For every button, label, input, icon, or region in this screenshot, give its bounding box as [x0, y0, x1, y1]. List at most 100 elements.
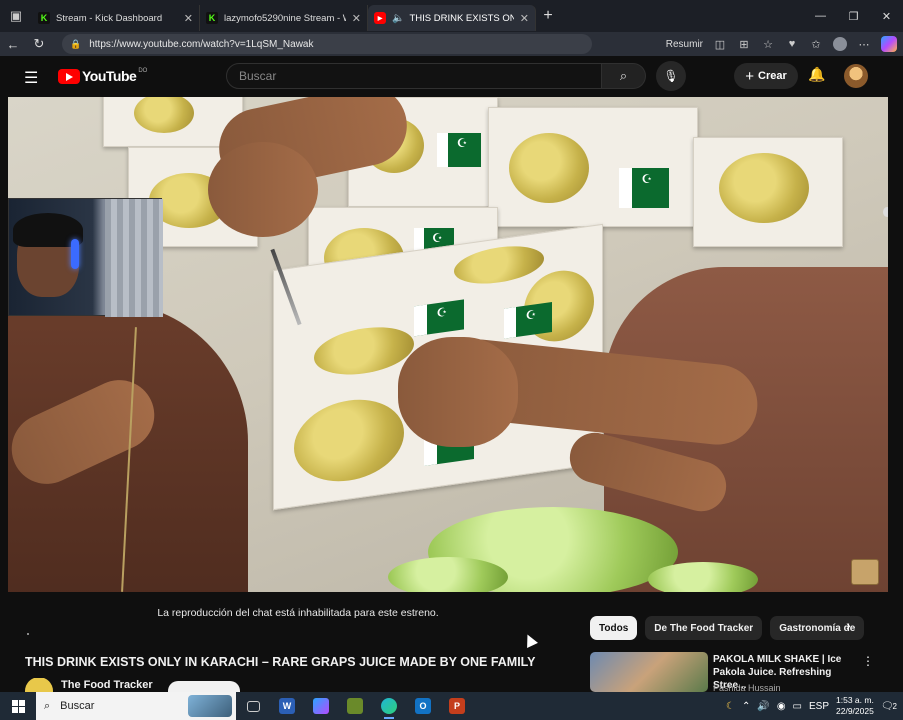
network-icon[interactable]: ◉: [777, 701, 786, 712]
chevron-up-icon[interactable]: ⌃: [742, 701, 750, 712]
kick-icon: K: [206, 12, 218, 24]
windows-taskbar: ⌕ Buscar W O P ☾ ⌃ 🔊 ◉ ▭ ESP 1:53 a. m. …: [0, 692, 903, 720]
more-options-icon[interactable]: ⋮: [862, 654, 874, 668]
video-title: THIS DRINK EXISTS ONLY IN KARACHI – RARE…: [25, 655, 536, 669]
close-window-icon[interactable]: ✕: [870, 0, 903, 32]
mouse-cursor: [522, 632, 538, 648]
account-avatar[interactable]: [844, 64, 868, 88]
url-field[interactable]: 🔒 https://www.youtube.com/watch?v=1LqSM_…: [62, 34, 592, 54]
battery-icon[interactable]: ▭: [793, 701, 802, 712]
notifications-bell-icon[interactable]: 🔔: [808, 66, 825, 83]
minimize-icon[interactable]: —: [804, 0, 837, 32]
back-icon[interactable]: ←: [0, 37, 26, 52]
tab-title: Stream - Kick Dashboard: [56, 12, 163, 24]
window-controls: — ❐ ✕: [804, 0, 903, 32]
chat-disabled-text: La reproducción del chat está inhabilita…: [157, 607, 439, 619]
mini-thumbnail[interactable]: [851, 559, 879, 585]
address-bar-actions: Resumir ◫ ⊞ ☆ ♥ ✩ ⋯: [666, 32, 897, 56]
close-tab-icon[interactable]: ✕: [352, 12, 361, 25]
youtube-header: ☰ YouTube DO Buscar ⌕ 🎙 + Crear 🔔: [8, 56, 888, 96]
restore-icon[interactable]: ❐: [837, 0, 870, 32]
new-tab-button[interactable]: +: [536, 7, 560, 25]
plus-icon: +: [745, 67, 754, 85]
streamer-webcam-overlay: [8, 198, 163, 317]
browser-essentials-icon[interactable]: ♥: [785, 38, 799, 50]
lock-icon[interactable]: 🔒: [70, 39, 81, 50]
grape-box: [693, 137, 843, 247]
language-indicator[interactable]: ESP: [809, 701, 829, 712]
headset-light: [71, 239, 79, 269]
task-view-icon[interactable]: [236, 692, 270, 720]
channel-row: The Food Tracker: [25, 678, 153, 692]
create-label: Crear: [758, 70, 787, 82]
screen: ▣ K Stream - Kick Dashboard ✕ K lazymofo…: [0, 0, 903, 720]
outlook-icon[interactable]: O: [406, 692, 440, 720]
chevron-right-icon[interactable]: ›: [846, 617, 851, 633]
tab-kick-stream[interactable]: K lazymofo5290nine Stream - Watc ✕: [200, 5, 368, 31]
refresh-icon[interactable]: ↻: [26, 36, 52, 52]
word-icon[interactable]: W: [270, 692, 304, 720]
moon-icon[interactable]: ☾: [726, 701, 735, 712]
browser-tab-strip: ▣ K Stream - Kick Dashboard ✕ K lazymofo…: [0, 0, 903, 32]
chat-replay-disabled-message: La reproducción del chat está inhabilita…: [8, 596, 588, 630]
tab-kick-dashboard[interactable]: K Stream - Kick Dashboard ✕: [32, 5, 200, 31]
search-placeholder: Buscar: [239, 69, 277, 83]
recommended-thumbnail[interactable]: [590, 652, 708, 692]
youtube-logo[interactable]: YouTube DO: [58, 68, 147, 84]
search-icon[interactable]: ⌕: [602, 63, 646, 89]
microphone-icon[interactable]: 🎙: [656, 61, 686, 91]
resume-button[interactable]: Resumir: [666, 39, 703, 50]
taskbar-search-label: Buscar: [60, 700, 95, 712]
video-side-handle[interactable]: [883, 207, 888, 217]
speaker-icon[interactable]: 🔈: [392, 13, 404, 24]
hand-top: [208, 142, 318, 237]
windows-icon: [11, 699, 25, 713]
url-text: https://www.youtube.com/watch?v=1LqSM_Na…: [89, 38, 314, 50]
decorative-dot: [27, 633, 29, 635]
tab-title: THIS DRINK EXISTS ONLY IN: [409, 12, 514, 24]
video-player[interactable]: [8, 97, 888, 592]
chip-all[interactable]: Todos: [590, 616, 638, 640]
clock[interactable]: 1:53 a. m. 22/9/2025: [836, 695, 874, 717]
menu-icon[interactable]: ☰: [24, 68, 38, 88]
game-icon[interactable]: [338, 692, 372, 720]
edge-icon[interactable]: [372, 692, 406, 720]
extensions-icon[interactable]: ⊞: [737, 38, 751, 51]
taskbar-search[interactable]: ⌕ Buscar: [36, 692, 236, 720]
address-bar-row: ← ↻ 🔒 https://www.youtube.com/watch?v=1L…: [0, 32, 903, 56]
search-icon: ⌕: [44, 699, 51, 712]
create-button[interactable]: + Crear: [734, 63, 798, 89]
system-tray: ☾ ⌃ 🔊 ◉ ▭ ESP 1:53 a. m. 22/9/2025 🗨 2: [726, 692, 903, 720]
volume-icon[interactable]: 🔊: [757, 701, 769, 712]
profile-avatar[interactable]: [833, 37, 847, 51]
close-tab-icon[interactable]: ✕: [520, 12, 529, 25]
tab-actions-icon[interactable]: ▣: [0, 0, 32, 32]
copilot-icon[interactable]: [881, 36, 897, 52]
recommendation-chips: Todos De The Food Tracker Gastronomía de: [590, 616, 865, 640]
recommended-video[interactable]: PAKOLA MILK SHAKE | Ice Pakola Juice. Re…: [590, 652, 880, 693]
more-menu-icon[interactable]: ⋯: [857, 38, 871, 51]
favorite-star-icon[interactable]: ☆: [761, 38, 775, 51]
tab-title: lazymofo5290nine Stream - Watc: [224, 12, 346, 24]
notification-count: 2: [892, 701, 897, 711]
clock-time: 1:53 a. m.: [836, 695, 874, 705]
favorites-icon[interactable]: ✩: [809, 38, 823, 51]
start-button[interactable]: [0, 692, 36, 720]
youtube-play-icon: [58, 68, 80, 84]
channel-avatar[interactable]: [25, 678, 53, 692]
powerpoint-icon[interactable]: P: [440, 692, 474, 720]
tab-youtube-video[interactable]: ▶ 🔈 THIS DRINK EXISTS ONLY IN ✕: [368, 5, 536, 31]
logo-text: YouTube: [82, 68, 137, 84]
copilot-app-icon[interactable]: [304, 692, 338, 720]
search-input[interactable]: Buscar: [226, 63, 602, 89]
hand-right: [398, 337, 518, 447]
channel-name[interactable]: The Food Tracker: [61, 679, 153, 691]
close-tab-icon[interactable]: ✕: [184, 12, 193, 25]
grape-box: [488, 107, 698, 227]
curtain: [105, 199, 163, 317]
loose-grapes: [648, 562, 758, 592]
split-screen-icon[interactable]: ◫: [713, 38, 727, 51]
kick-icon: K: [38, 12, 50, 24]
loose-grapes: [388, 557, 508, 592]
chip-channel[interactable]: De The Food Tracker: [645, 616, 763, 640]
